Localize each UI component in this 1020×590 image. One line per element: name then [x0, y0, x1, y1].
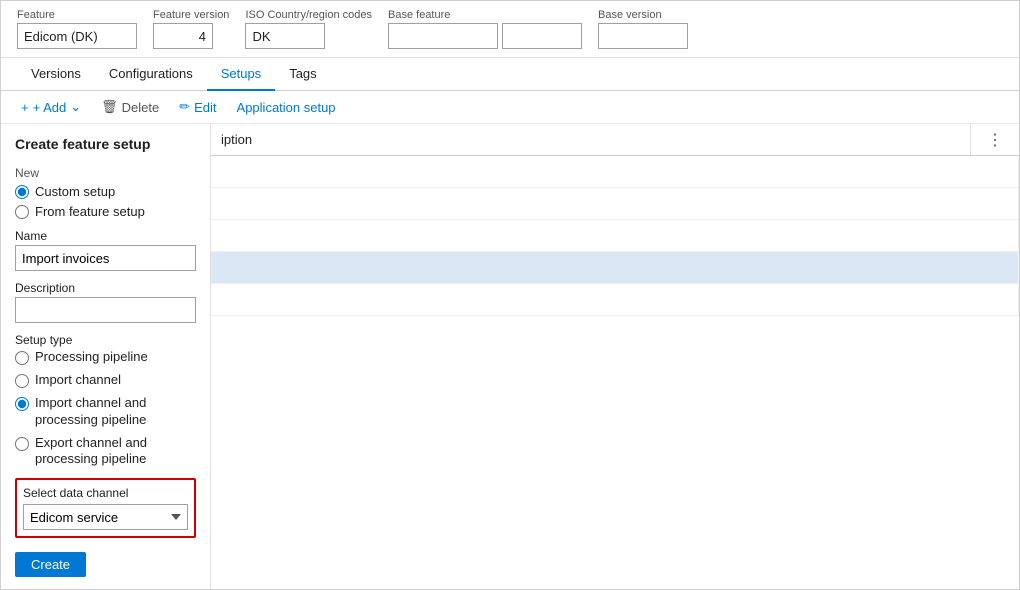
table-cell — [211, 220, 1019, 251]
setup-source-radio-group: Custom setup From feature setup — [15, 184, 196, 219]
edit-button[interactable]: ✏ Edit — [175, 97, 220, 117]
iso-field-group: ISO Country/region codes — [245, 9, 372, 49]
import-channel-label: Import channel — [35, 372, 121, 389]
from-feature-setup-label: From feature setup — [35, 204, 145, 219]
add-label: + Add — [33, 100, 67, 115]
from-feature-setup-radio-input[interactable] — [15, 205, 29, 219]
feature-version-input[interactable] — [153, 23, 213, 49]
processing-pipeline-label: Processing pipeline — [35, 349, 148, 366]
processing-pipeline-radio[interactable]: Processing pipeline — [15, 349, 196, 366]
setup-type-section: Setup type Processing pipeline Import ch… — [15, 333, 196, 468]
table-cell — [211, 156, 1019, 187]
tab-setups[interactable]: Setups — [207, 58, 275, 91]
main-content: Create feature setup New Custom setup Fr… — [1, 124, 1019, 589]
header-fields: Feature Feature version ISO Country/regi… — [1, 1, 1019, 58]
application-setup-label: Application setup — [237, 100, 336, 115]
table-row[interactable] — [211, 284, 1019, 316]
table-header-row: iption ⋮ — [211, 124, 1019, 156]
new-section: New Custom setup From feature setup — [15, 166, 196, 219]
import-channel-radio[interactable]: Import channel — [15, 372, 196, 389]
import-channel-pipeline-label: Import channel and processing pipeline — [35, 395, 196, 429]
new-label: New — [15, 166, 196, 180]
description-col-header: iption — [211, 124, 971, 155]
iso-label: ISO Country/region codes — [245, 9, 372, 21]
iso-input[interactable] — [245, 23, 325, 49]
delete-button[interactable]: 🗑 Delete — [97, 97, 163, 117]
data-channel-select[interactable]: Edicom service Other channel — [23, 504, 188, 530]
tab-tags[interactable]: Tags — [275, 58, 330, 91]
base-feature-input[interactable] — [388, 23, 498, 49]
chevron-down-icon: ⌄ — [70, 99, 81, 115]
feature-label: Feature — [17, 9, 137, 21]
custom-setup-label: Custom setup — [35, 184, 115, 199]
processing-pipeline-radio-input[interactable] — [15, 351, 29, 365]
name-section: Name — [15, 229, 196, 271]
plus-icon: + — [21, 100, 29, 115]
add-button[interactable]: + + Add ⌄ — [17, 97, 85, 117]
table-row[interactable] — [211, 156, 1019, 188]
data-channel-label: Select data channel — [23, 486, 188, 500]
table-panel: iption ⋮ — [211, 124, 1019, 589]
form-panel: Create feature setup New Custom setup Fr… — [1, 124, 211, 589]
tab-configurations[interactable]: Configurations — [95, 58, 207, 91]
description-label: Description — [15, 281, 196, 295]
base-version-field-group: Base version — [598, 9, 688, 49]
base-version-label: Base version — [598, 9, 688, 21]
description-col-header-text: iption — [221, 132, 252, 147]
col-actions-button[interactable]: ⋮ — [979, 130, 1011, 150]
name-input[interactable] — [15, 245, 196, 271]
import-channel-pipeline-radio-input[interactable] — [15, 397, 29, 411]
feature-field-group: Feature — [17, 9, 137, 49]
feature-version-label: Feature version — [153, 9, 229, 21]
table-row[interactable] — [211, 220, 1019, 252]
trash-icon: 🗑 — [101, 99, 118, 115]
create-button[interactable]: Create — [15, 552, 86, 577]
table-cell — [211, 284, 1019, 315]
toolbar: + + Add ⌄ 🗑 Delete ✏ Edit Application se… — [1, 91, 1019, 124]
feature-input[interactable] — [17, 23, 137, 49]
base-feature-label: Base feature — [388, 9, 582, 21]
delete-label: Delete — [122, 100, 160, 115]
tab-versions[interactable]: Versions — [17, 58, 95, 91]
table-row-selected[interactable] — [211, 252, 1019, 284]
export-channel-pipeline-radio[interactable]: Export channel and processing pipeline — [15, 435, 196, 469]
setup-type-radio-group: Processing pipeline Import channel Impor… — [15, 349, 196, 468]
table-col-actions: ⋮ — [971, 124, 1019, 155]
base-feature-input2[interactable] — [502, 23, 582, 49]
application-setup-button[interactable]: Application setup — [233, 98, 340, 117]
base-feature-field-group: Base feature — [388, 9, 582, 49]
custom-setup-radio-input[interactable] — [15, 185, 29, 199]
export-channel-pipeline-radio-input[interactable] — [15, 437, 29, 451]
edit-label: Edit — [194, 100, 216, 115]
form-title: Create feature setup — [15, 136, 196, 152]
table-cell — [211, 188, 1019, 219]
table-cell — [211, 252, 1019, 283]
name-label: Name — [15, 229, 196, 243]
description-section: Description — [15, 281, 196, 323]
from-feature-setup-radio[interactable]: From feature setup — [15, 204, 196, 219]
import-channel-pipeline-radio[interactable]: Import channel and processing pipeline — [15, 395, 196, 429]
table-rows — [211, 156, 1019, 316]
select-data-channel-section: Select data channel Edicom service Other… — [15, 478, 196, 538]
description-input[interactable] — [15, 297, 196, 323]
import-channel-radio-input[interactable] — [15, 374, 29, 388]
table-row[interactable] — [211, 188, 1019, 220]
base-version-input[interactable] — [598, 23, 688, 49]
custom-setup-radio[interactable]: Custom setup — [15, 184, 196, 199]
pencil-icon: ✏ — [179, 99, 190, 115]
setup-type-label: Setup type — [15, 333, 196, 347]
export-channel-pipeline-label: Export channel and processing pipeline — [35, 435, 196, 469]
feature-version-field-group: Feature version — [153, 9, 229, 49]
tabs-bar: Versions Configurations Setups Tags — [1, 58, 1019, 91]
